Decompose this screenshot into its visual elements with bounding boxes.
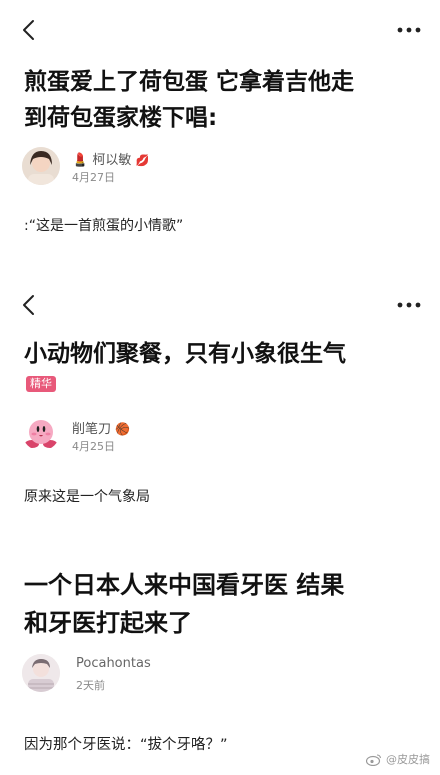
post-body-1: :“这是一首煎蛋的小情歌” <box>24 218 184 234</box>
post-date-3: 2天前 <box>76 679 105 692</box>
nav-bar-2 <box>0 285 440 325</box>
watermark-text: @皮皮搞 <box>386 753 430 766</box>
post-title-1-line1: 煎蛋爱上了荷包蛋 它拿着吉他走 <box>24 69 355 95</box>
post-body-3: 因为那个牙医说：“拔个牙咯？” <box>24 737 228 753</box>
featured-badge: 精华 <box>26 376 56 392</box>
post-date-2: 4月25日 <box>72 440 115 453</box>
author-name-text-1: 柯以敏 <box>92 153 132 168</box>
post-title-2-line1: 小动物们聚餐，只有小象很生气 <box>24 341 346 367</box>
weibo-logo-icon <box>366 753 382 766</box>
weibo-watermark: @皮皮搞 <box>366 751 430 767</box>
lipstick-emoji: 💄 <box>72 153 89 168</box>
author-avatar-2[interactable] <box>22 413 60 451</box>
post-title-3-line1: 一个日本人来中国看牙医 结果 <box>24 571 345 599</box>
author-name-1[interactable]: 💄 柯以敏 💋 <box>72 149 149 168</box>
author-name-2[interactable]: 削笔刀 🏀 <box>72 418 130 437</box>
author-avatar-3[interactable] <box>22 654 60 692</box>
author-avatar-1[interactable] <box>22 147 60 185</box>
basketball-emoji: 🏀 <box>115 422 131 436</box>
author-name-3[interactable]: Pocahontas <box>76 656 151 671</box>
post-title-3[interactable]: 一个日本人来中国看牙医 结果 和牙医打起来了 <box>24 566 420 642</box>
kirby-icon <box>25 420 57 448</box>
author-name-text-2: 削笔刀 <box>72 422 112 437</box>
post-date-1: 4月27日 <box>72 171 115 184</box>
nav-bar-1 <box>0 10 440 50</box>
kiss-emoji: 💋 <box>135 154 150 167</box>
more-icon[interactable] <box>396 20 422 40</box>
avatar-image-1 <box>22 147 60 185</box>
post-title-3-line2: 和牙医打起来了 <box>24 609 192 637</box>
post-title-1[interactable]: 煎蛋爱上了荷包蛋 它拿着吉他走 到荷包蛋家楼下唱: <box>24 64 420 136</box>
post-body-2: 原来这是一个气象局 <box>24 489 150 505</box>
more-icon[interactable] <box>396 295 422 315</box>
back-icon[interactable] <box>18 293 42 317</box>
post-title-2[interactable]: 小动物们聚餐，只有小象很生气 <box>24 336 420 372</box>
avatar-image-3 <box>22 654 60 692</box>
post-title-1-line2: 到荷包蛋家楼下唱: <box>24 105 218 131</box>
back-icon[interactable] <box>18 18 42 42</box>
